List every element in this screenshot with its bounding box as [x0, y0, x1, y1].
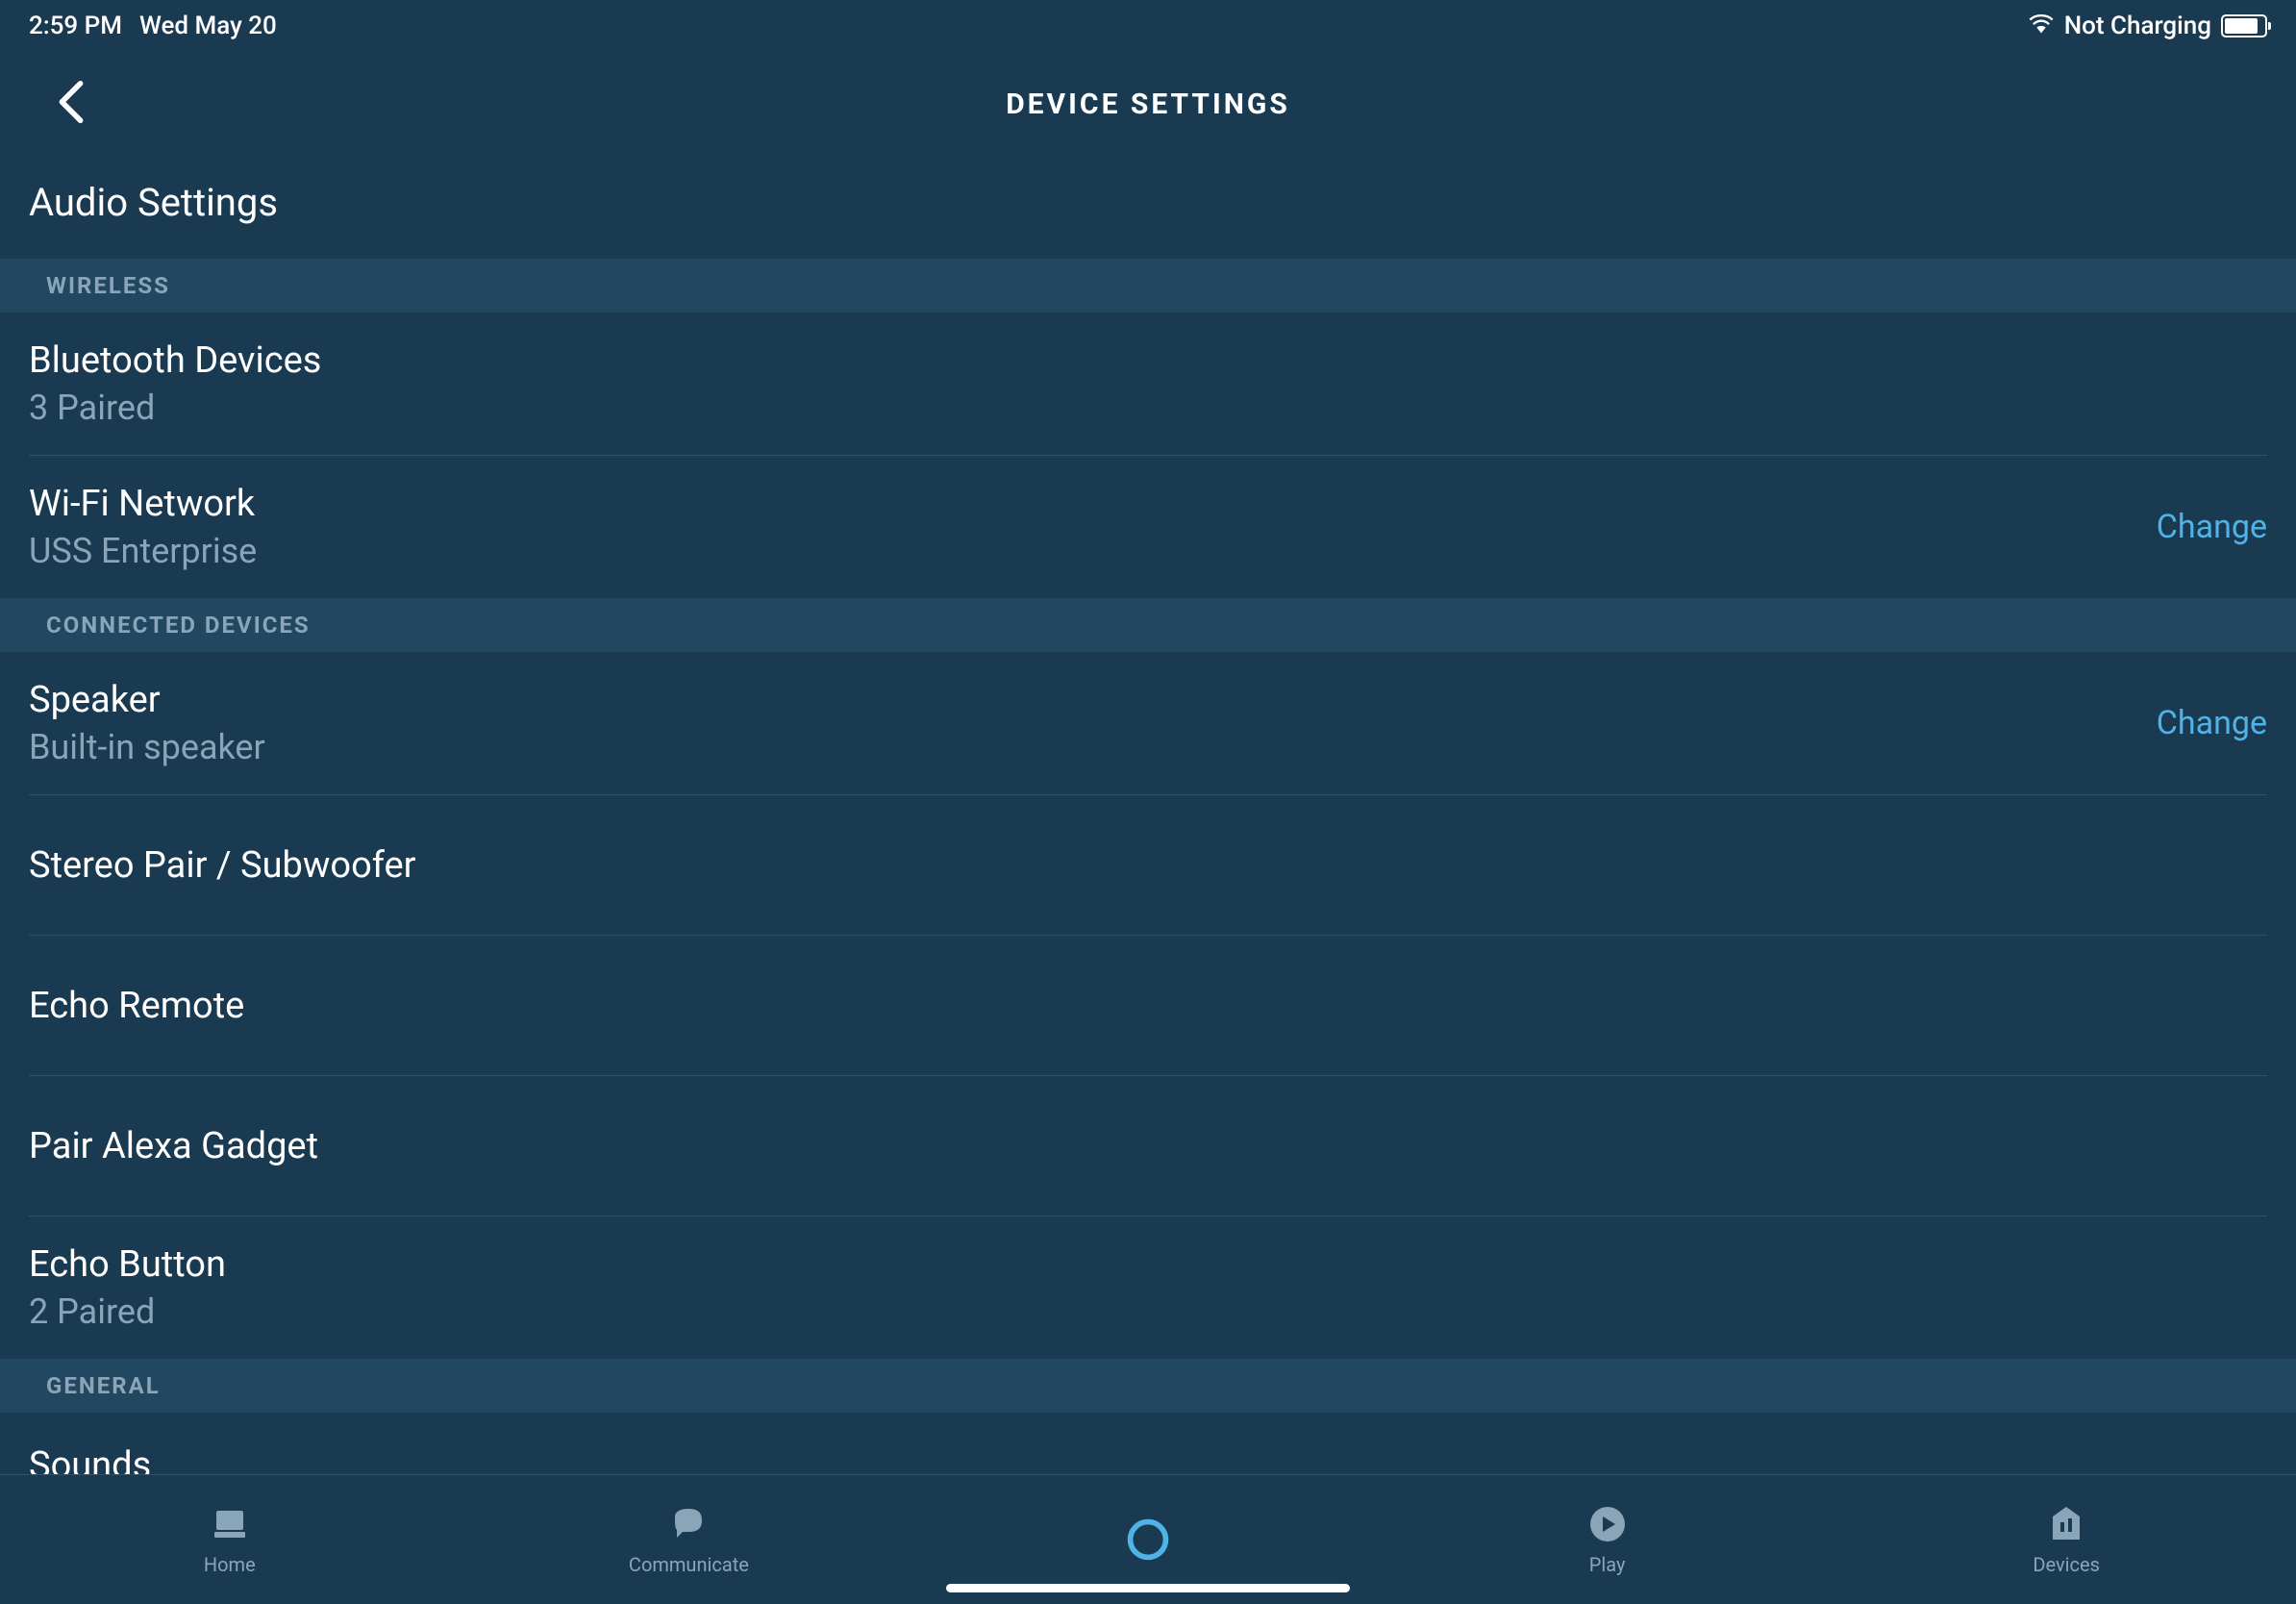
echo-button-subtitle: 2 Paired	[29, 1291, 226, 1332]
tab-communicate-label: Communicate	[629, 1553, 749, 1576]
bluetooth-title: Bluetooth Devices	[29, 339, 321, 382]
back-button[interactable]	[48, 71, 94, 137]
settings-content: WIRELESS Bluetooth Devices 3 Paired Wi-F…	[0, 259, 2296, 1474]
communicate-icon	[667, 1503, 710, 1545]
wifi-icon	[2028, 12, 2055, 40]
bluetooth-subtitle: 3 Paired	[29, 388, 321, 428]
page-title: DEVICE SETTINGS	[1006, 88, 1290, 121]
pair-gadget-title: Pair Alexa Gadget	[29, 1125, 318, 1167]
tab-home[interactable]: Home	[0, 1475, 460, 1604]
alexa-icon	[1127, 1518, 1169, 1561]
section-header-general: GENERAL	[0, 1359, 2296, 1413]
home-indicator[interactable]	[946, 1584, 1350, 1592]
echo-button-row[interactable]: Echo Button 2 Paired	[0, 1216, 2296, 1359]
speaker-title: Speaker	[29, 679, 265, 721]
tab-devices-label: Devices	[2033, 1553, 2100, 1576]
echo-remote-row[interactable]: Echo Remote	[0, 936, 2296, 1075]
tab-devices[interactable]: Devices	[1836, 1475, 2296, 1604]
speaker-subtitle: Built-in speaker	[29, 727, 265, 767]
devices-icon	[2045, 1503, 2087, 1545]
wifi-subtitle: USS Enterprise	[29, 531, 257, 571]
sounds-title: Sounds	[29, 1444, 151, 1474]
sounds-row[interactable]: Sounds	[0, 1413, 2296, 1474]
tab-play-label: Play	[1589, 1553, 1626, 1576]
speaker-change-button[interactable]: Change	[2157, 704, 2267, 742]
speaker-row[interactable]: Speaker Built-in speaker Change	[0, 652, 2296, 794]
play-icon	[1586, 1503, 1629, 1545]
charging-status: Not Charging	[2064, 12, 2211, 40]
status-time: 2:59 PM	[29, 12, 122, 40]
bluetooth-devices-row[interactable]: Bluetooth Devices 3 Paired	[0, 313, 2296, 455]
stereo-pair-row[interactable]: Stereo Pair / Subwoofer	[0, 795, 2296, 935]
wifi-change-button[interactable]: Change	[2157, 508, 2267, 546]
tab-communicate[interactable]: Communicate	[460, 1475, 919, 1604]
nav-header: DEVICE SETTINGS	[0, 52, 2296, 165]
stereo-pair-title: Stereo Pair / Subwoofer	[29, 844, 416, 887]
status-bar: 2:59 PM Wed May 20 Not Charging	[0, 0, 2296, 52]
tab-play[interactable]: Play	[1378, 1475, 1837, 1604]
page-subtitle: Audio Settings	[0, 165, 2296, 259]
home-icon	[209, 1503, 251, 1545]
pair-gadget-row[interactable]: Pair Alexa Gadget	[0, 1076, 2296, 1216]
status-date: Wed May 20	[139, 12, 277, 40]
wifi-network-row[interactable]: Wi-Fi Network USS Enterprise Change	[0, 456, 2296, 598]
battery-icon	[2221, 14, 2267, 38]
echo-remote-title: Echo Remote	[29, 985, 244, 1027]
wifi-title: Wi-Fi Network	[29, 483, 257, 525]
section-header-connected: CONNECTED DEVICES	[0, 598, 2296, 652]
tab-home-label: Home	[204, 1553, 256, 1576]
echo-button-title: Echo Button	[29, 1243, 226, 1286]
section-header-wireless: WIRELESS	[0, 259, 2296, 313]
